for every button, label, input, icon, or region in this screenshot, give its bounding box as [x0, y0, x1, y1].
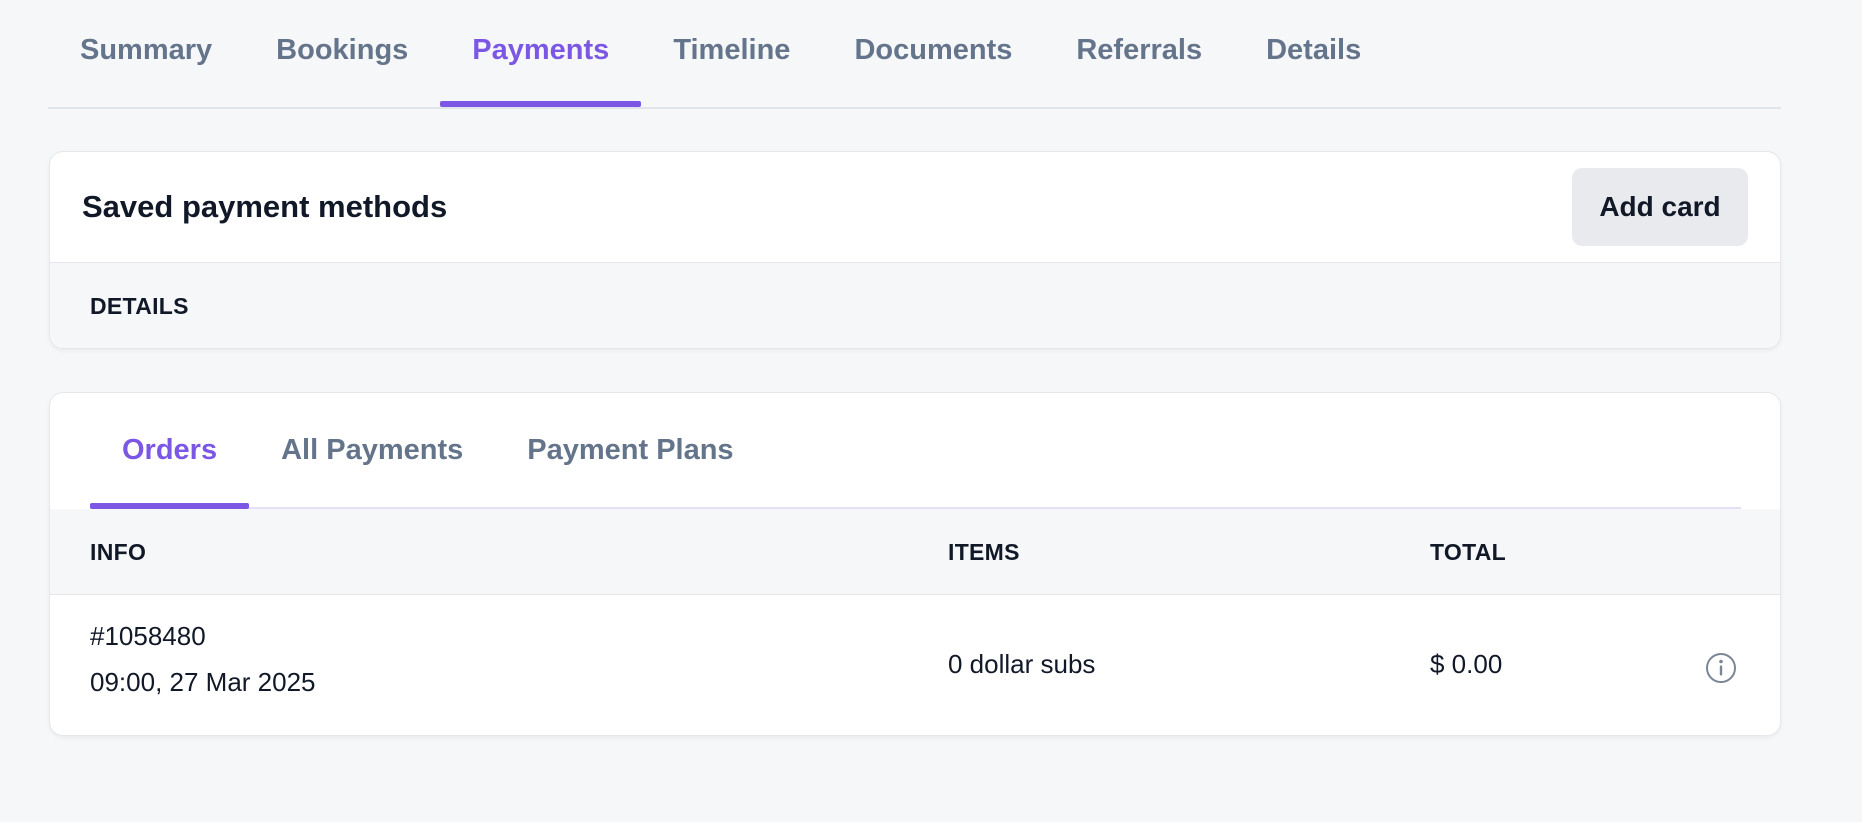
saved-payment-methods-card: Saved payment methods Add card DETAILS	[49, 151, 1781, 349]
tab-summary[interactable]: Summary	[48, 0, 244, 100]
tab-details[interactable]: Details	[1234, 0, 1393, 100]
tab-orders[interactable]: Orders	[90, 393, 250, 509]
orders-table-header: INFO ITEMS TOTAL	[50, 509, 1780, 595]
orders-card: Orders All Payments Payment Plans INFO I…	[49, 392, 1781, 736]
saved-methods-details-header: DETAILS	[50, 263, 1780, 348]
saved-payment-methods-header: Saved payment methods Add card	[50, 152, 1780, 263]
order-items: 0 dollar subs	[948, 649, 1096, 679]
add-card-button[interactable]: Add card	[1572, 168, 1748, 246]
order-total: $ 0.00	[1430, 649, 1503, 679]
tab-payment-plans[interactable]: Payment Plans	[495, 393, 765, 507]
main-tabs: Summary Bookings Payments Timeline Docum…	[48, 0, 1781, 109]
info-circle-icon[interactable]	[1705, 652, 1737, 684]
column-header-info: INFO	[90, 538, 147, 565]
saved-payment-methods-title: Saved payment methods	[82, 189, 448, 224]
tab-payments[interactable]: Payments	[440, 0, 642, 107]
tab-bookings[interactable]: Bookings	[244, 0, 440, 100]
payments-subtabs: Orders All Payments Payment Plans	[90, 393, 1741, 509]
tab-documents[interactable]: Documents	[822, 0, 1044, 100]
tab-referrals[interactable]: Referrals	[1044, 0, 1234, 100]
tab-timeline[interactable]: Timeline	[641, 0, 822, 100]
table-row[interactable]: #1058480 09:00, 27 Mar 2025 0 dollar sub…	[50, 595, 1780, 735]
tab-all-payments[interactable]: All Payments	[249, 393, 495, 507]
column-header-items: ITEMS	[948, 538, 1020, 565]
order-id: #1058480	[90, 621, 206, 651]
order-date: 09:00, 27 Mar 2025	[90, 667, 316, 697]
column-header-total: TOTAL	[1430, 538, 1507, 565]
